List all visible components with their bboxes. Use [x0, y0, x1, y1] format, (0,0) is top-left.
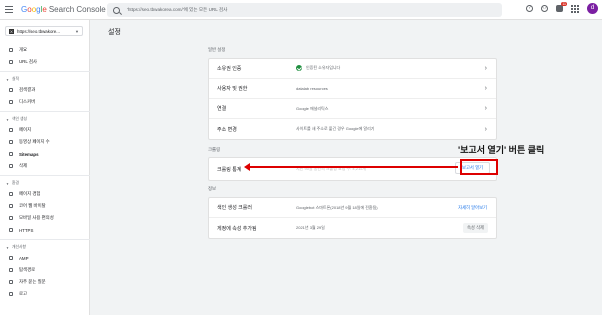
sidebar-item-mobile-usability[interactable]: 모바일 사용 편의성 — [0, 212, 90, 224]
sidebar-section-experience[interactable]: ▼ 환경 — [0, 179, 90, 188]
collapse-icon: ▼ — [6, 117, 9, 122]
sidebar-section-index[interactable]: ▼ 색인 생성 — [0, 115, 90, 124]
sidebar: X https://seo.tbwakore... ▼ 개요 URL 검사 ▼ … — [0, 20, 90, 315]
sidebar-item-discover[interactable]: 디스커버 — [0, 96, 90, 108]
video-icon — [9, 140, 13, 144]
settings-row-crawler: 색인 생성 크롤러 Googlebot 스마트폰(2018년 9월 18일에 전… — [209, 198, 496, 218]
remove-property-button[interactable]: 속성 삭제 — [462, 223, 488, 233]
top-app-bar: Google Search Console 'https://seo.tbwako… — [0, 0, 602, 20]
menu-icon[interactable] — [5, 6, 19, 13]
sidebar-item-url-inspection[interactable]: URL 검사 — [0, 56, 90, 68]
divider — [0, 239, 90, 240]
chevron-right-icon: › — [484, 105, 487, 112]
removal-icon — [9, 164, 13, 168]
settings-row-change-address[interactable]: 주소 변경 사이트를 새 주소로 옮긴 경우 Google에 알리기 › — [209, 119, 496, 139]
learn-more-link[interactable]: 자세히 알아보기 — [458, 205, 487, 211]
dropdown-icon: ▼ — [75, 28, 79, 34]
notifications-icon[interactable]: 11 — [556, 2, 567, 12]
settings-row-ownership[interactable]: 소유권 인증 인증된 소유자입니다 › — [209, 59, 496, 79]
chevron-right-icon: › — [484, 125, 487, 133]
settings-row-crawl-stats[interactable]: 크롤링 통계 지난 90일 동안의 크롤링 요청 수: 4,211개 보고서 열… — [209, 158, 496, 180]
collapse-icon: ▼ — [6, 77, 9, 82]
sidebar-item-removals[interactable]: 삭제 — [0, 160, 90, 172]
divider — [0, 111, 90, 112]
sidebar-item-breadcrumbs[interactable]: 탐색경로 — [0, 264, 90, 276]
collapse-icon: ▼ — [6, 181, 9, 186]
breadcrumb-icon — [9, 268, 13, 272]
property-favicon: X — [9, 28, 14, 34]
sitemap-icon — [9, 152, 13, 156]
sidebar-section-enhancements[interactable]: ▼ 개선사항 — [0, 243, 90, 252]
app-logo[interactable]: Google Search Console — [21, 5, 106, 14]
sidebar-item-video-pages[interactable]: 동영상 페이지 수 — [0, 136, 90, 148]
crawling-card: 크롤링 통계 지난 90일 동안의 크롤링 요청 수: 4,211개 보고서 열… — [208, 157, 497, 181]
logo-icon — [9, 292, 13, 296]
chevron-right-icon: › — [484, 65, 487, 72]
search-icon — [113, 6, 120, 14]
sidebar-item-amp[interactable]: AMP — [0, 252, 90, 264]
chevron-right-icon: › — [484, 85, 487, 92]
about-label: 정보 — [208, 186, 217, 191]
general-settings-card: 소유권 인증 인증된 소유자입니다 › 사용자 및 권한 datalab res… — [208, 58, 497, 140]
sidebar-item-logo[interactable]: 로고 — [0, 288, 90, 300]
pages-icon — [9, 128, 13, 132]
amp-icon — [9, 256, 13, 260]
user-settings-icon[interactable]: ⚇ — [541, 5, 548, 12]
sidebar-item-faq[interactable]: 자주 묻는 질문 — [0, 276, 90, 288]
annotation-text: '보고서 열기' 버튼 클릭 — [458, 145, 545, 155]
page-title: 설정 — [108, 29, 121, 36]
sidebar-item-https[interactable]: HTTPS — [0, 224, 90, 236]
search-icon — [9, 60, 13, 64]
apps-grid-icon[interactable] — [571, 4, 579, 13]
sidebar-nav: 개요 URL 검사 ▼ 실적 검색결과 디스커버 ▼ 색인 생성 페이지 동영상… — [0, 44, 90, 300]
annotation-highlight-box — [460, 159, 498, 175]
sidebar-item-overview[interactable]: 개요 — [0, 44, 90, 56]
property-url: https://seo.tbwakore... — [17, 28, 60, 34]
sidebar-section-performance[interactable]: ▼ 실적 — [0, 75, 90, 84]
settings-row-associations[interactable]: 연결 Google 애널리틱스 › — [209, 99, 496, 119]
google-icon — [9, 88, 13, 92]
lock-icon — [9, 228, 13, 232]
search-placeholder: 'https://seo.tbwakorea.com/'에 있는 모든 URL … — [127, 7, 228, 12]
notification-count: 11 — [561, 2, 567, 6]
sidebar-item-search-results[interactable]: 검색결과 — [0, 84, 90, 96]
sidebar-item-pages[interactable]: 페이지 — [0, 124, 90, 136]
experience-icon — [9, 192, 13, 196]
sidebar-item-core-web-vitals[interactable]: 코어 웹 바이탈 — [0, 200, 90, 212]
settings-row-users[interactable]: 사용자 및 권한 datalab resources › — [209, 79, 496, 99]
home-icon — [9, 48, 13, 52]
discover-icon — [9, 100, 13, 104]
settings-row-added: 게정에 속성 추가됨 2021년 3월 29일 속성 삭제 — [209, 218, 496, 238]
avatar[interactable]: d — [587, 3, 598, 14]
divider — [0, 71, 90, 72]
sidebar-item-sitemaps[interactable]: Sitemaps — [0, 148, 90, 160]
general-settings-label: 일반 설정 — [208, 47, 226, 52]
sidebar-item-page-experience[interactable]: 페이지 경험 — [0, 188, 90, 200]
mobile-icon — [9, 216, 13, 220]
crawling-label: 크롤링 — [208, 147, 221, 152]
help-icon[interactable]: ? — [526, 5, 533, 12]
collapse-icon: ▼ — [6, 245, 9, 250]
vitals-icon — [9, 204, 13, 208]
property-selector[interactable]: X https://seo.tbwakore... ▼ — [5, 26, 83, 36]
divider — [0, 175, 90, 176]
faq-icon — [9, 280, 13, 284]
annotation-arrow — [248, 166, 458, 168]
check-circle-icon — [296, 65, 302, 72]
about-card: 색인 생성 크롤러 Googlebot 스마트폰(2018년 9월 18일에 전… — [208, 197, 497, 239]
url-inspect-search[interactable]: 'https://seo.tbwakorea.com/'에 있는 모든 URL … — [107, 3, 502, 17]
